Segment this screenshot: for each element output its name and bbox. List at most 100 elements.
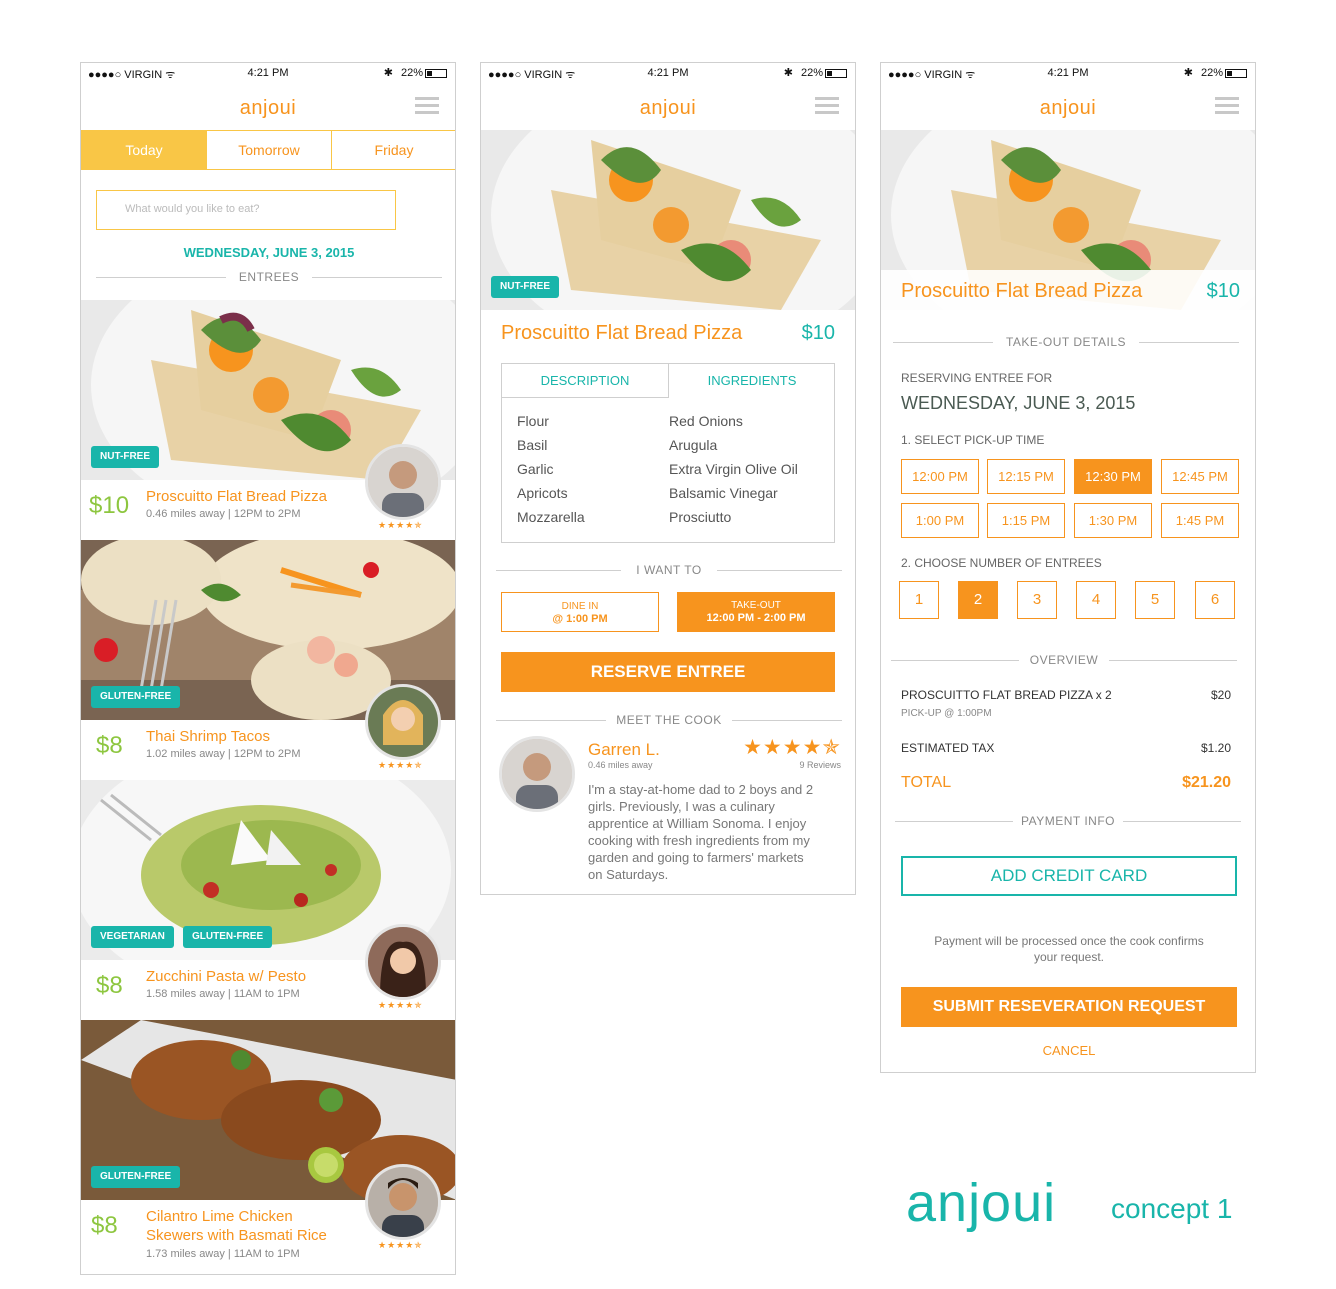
app-logo: anjoui <box>639 97 697 119</box>
submit-reservation-button[interactable]: SUBMIT RESEVERATION REQUEST <box>901 987 1237 1027</box>
app-logo: anjoui <box>1039 97 1097 119</box>
tax-label: ESTIMATED TAX <box>901 741 995 755</box>
quantity-option-selected[interactable]: 2 <box>958 581 998 619</box>
tab-ingredients[interactable]: INGREDIENTS <box>669 364 835 398</box>
ingredient: Red Onions <box>669 413 743 429</box>
time-option[interactable]: 1:30 PM <box>1074 503 1152 538</box>
dine-in-label: DINE IN <box>561 601 599 612</box>
tab-tomorrow[interactable]: Tomorrow <box>207 131 332 169</box>
cancel-link[interactable]: CANCEL <box>881 1043 1255 1058</box>
cook-avatar[interactable] <box>365 1164 441 1240</box>
entree-title: Proscuitto Flat Bread Pizza <box>501 322 743 344</box>
cook-name[interactable]: Garren L. <box>588 740 660 760</box>
total-value: $21.20 <box>1182 774 1231 791</box>
tab-description[interactable]: DESCRIPTION <box>502 364 669 398</box>
quantity-option[interactable]: 3 <box>1017 581 1057 619</box>
time-option-selected[interactable]: 12:30 PM <box>1074 459 1152 494</box>
tag-nut-free: NUT-FREE <box>91 446 159 468</box>
battery-icon <box>1225 69 1247 78</box>
payment-note-line: your request. <box>1033 950 1105 964</box>
takeout-time: 12:00 PM - 2:00 PM <box>706 612 806 624</box>
entree-price: $8 <box>96 732 123 759</box>
clock: 4:21 PM <box>247 67 289 79</box>
entree-price: $10 <box>801 322 835 344</box>
time-option[interactable]: 1:15 PM <box>987 503 1065 538</box>
reserving-label: RESERVING ENTREE FOR <box>901 371 1053 385</box>
reserve-entree-button[interactable]: RESERVE ENTREE <box>501 652 835 692</box>
search-input[interactable]: What would you like to eat? <box>96 190 396 230</box>
entree-meta: 1.02 miles away | 12PM to 2PM <box>146 748 301 760</box>
battery-icon <box>425 69 447 78</box>
ingredient: Balsamic Vinegar <box>669 485 778 501</box>
cook-distance: 0.46 miles away <box>588 760 653 770</box>
battery-icon <box>825 69 847 78</box>
ingredients-left-list: Flour Basil Garlic Apricots Mozzarella <box>517 409 585 529</box>
time-option[interactable]: 12:15 PM <box>987 459 1065 494</box>
brand-logo: anjoui <box>906 1173 1057 1233</box>
number-label: 2. CHOOSE NUMBER OF ENTREES <box>901 556 1102 570</box>
entree-meta: 1.73 miles away | 11AM to 1PM <box>146 1248 300 1260</box>
entree-price: $8 <box>96 972 123 999</box>
bluetooth-icon: ✱ <box>783 67 793 79</box>
ingredient: Mozzarella <box>517 509 585 525</box>
cook-avatar[interactable] <box>365 444 441 520</box>
quantity-option[interactable]: 5 <box>1135 581 1175 619</box>
quantity-option[interactable]: 6 <box>1195 581 1235 619</box>
phone-screen-detail: ●●●●○ VIRGIN ᯤ 4:21 PM ✱ 22% anjoui NUT-… <box>480 62 856 895</box>
entree-title[interactable]: Zucchini Pasta w/ Pesto <box>146 967 306 986</box>
app-header: anjoui <box>881 85 1255 131</box>
cook-reviews[interactable]: 9 Reviews <box>799 760 841 770</box>
overview-divider: OVERVIEW <box>891 653 1237 667</box>
app-header: anjoui <box>481 85 855 131</box>
time-option[interactable]: 1:00 PM <box>901 503 979 538</box>
time-option[interactable]: 12:00 PM <box>901 459 979 494</box>
meet-cook-divider: MEET THE COOK <box>496 713 842 727</box>
entree-meta: 0.46 miles away | 12PM to 2PM <box>146 508 301 520</box>
ingredient: Arugula <box>669 437 718 453</box>
cook-avatar[interactable] <box>499 736 575 812</box>
takeout-details-divider: TAKE-OUT DETAILS <box>893 335 1239 349</box>
quantity-option[interactable]: 4 <box>1076 581 1116 619</box>
tab-today[interactable]: Today <box>82 131 207 169</box>
rating-stars-icon: ★★★★✯ <box>378 520 423 530</box>
tab-friday[interactable]: Friday <box>332 131 455 169</box>
rating-stars-icon: ★★★★✯ <box>378 1240 423 1250</box>
menu-icon[interactable] <box>815 97 839 115</box>
ingredient: Prosciutto <box>669 509 732 525</box>
quantity-option[interactable]: 1 <box>899 581 939 619</box>
concept-label: concept 1 <box>1111 1193 1233 1224</box>
entree-title[interactable]: Cilantro Lime Chicken <box>146 1207 293 1226</box>
meet-cook-label: MEET THE COOK <box>616 713 722 727</box>
battery-percent: 22% <box>800 67 823 79</box>
entree-title-line2[interactable]: Skewers with Basmati Rice <box>146 1226 327 1245</box>
rating-stars-icon: ★★★★✯ <box>378 760 423 770</box>
time-option[interactable]: 1:45 PM <box>1161 503 1239 538</box>
time-option[interactable]: 12:45 PM <box>1161 459 1239 494</box>
ingredient: Basil <box>517 437 548 453</box>
ingredients-right-list: Red Onions Arugula Extra Virgin Olive Oi… <box>669 409 798 529</box>
entree-title[interactable]: Thai Shrimp Tacos <box>146 727 270 746</box>
add-credit-card-button[interactable]: ADD CREDIT CARD <box>901 856 1237 896</box>
phone-screen-list: ●●●●○ VIRGIN ᯤ 4:21 PM ✱ 22% anjoui Toda… <box>80 62 456 1275</box>
cook-avatar[interactable] <box>365 924 441 1000</box>
total-label: TOTAL <box>901 774 952 791</box>
bluetooth-icon: ✱ <box>1183 67 1193 79</box>
tag-gluten-free: GLUTEN-FREE <box>91 686 181 708</box>
ingredient: Apricots <box>517 485 568 501</box>
bluetooth-icon: ✱ <box>383 67 393 79</box>
dine-in-button[interactable]: DINE IN @ 1:00 PM <box>501 592 659 632</box>
takeout-button[interactable]: TAKE-OUT 12:00 PM - 2:00 PM <box>677 592 835 632</box>
entree-title[interactable]: Proscuitto Flat Bread Pizza <box>146 487 327 506</box>
ingredient: Extra Virgin Olive Oil <box>669 461 798 477</box>
cook-avatar[interactable] <box>365 684 441 760</box>
pickup-note: PICK-UP @ 1:00PM <box>901 708 992 719</box>
tag-gluten-free: GLUTEN-FREE <box>91 1166 181 1188</box>
status-bar: ●●●●○ VIRGIN ᯤ 4:21 PM ✱ 22% <box>481 63 855 85</box>
menu-icon[interactable] <box>1215 97 1239 115</box>
menu-icon[interactable] <box>415 97 439 115</box>
bio-line: garden and going to farmers' markets <box>588 850 804 865</box>
want-label: I WANT TO <box>636 563 702 577</box>
ingredient: Garlic <box>517 461 554 477</box>
bio-line: cooking with fresh ingredients from my <box>588 833 810 848</box>
line-item-price: $20 <box>1210 688 1231 702</box>
